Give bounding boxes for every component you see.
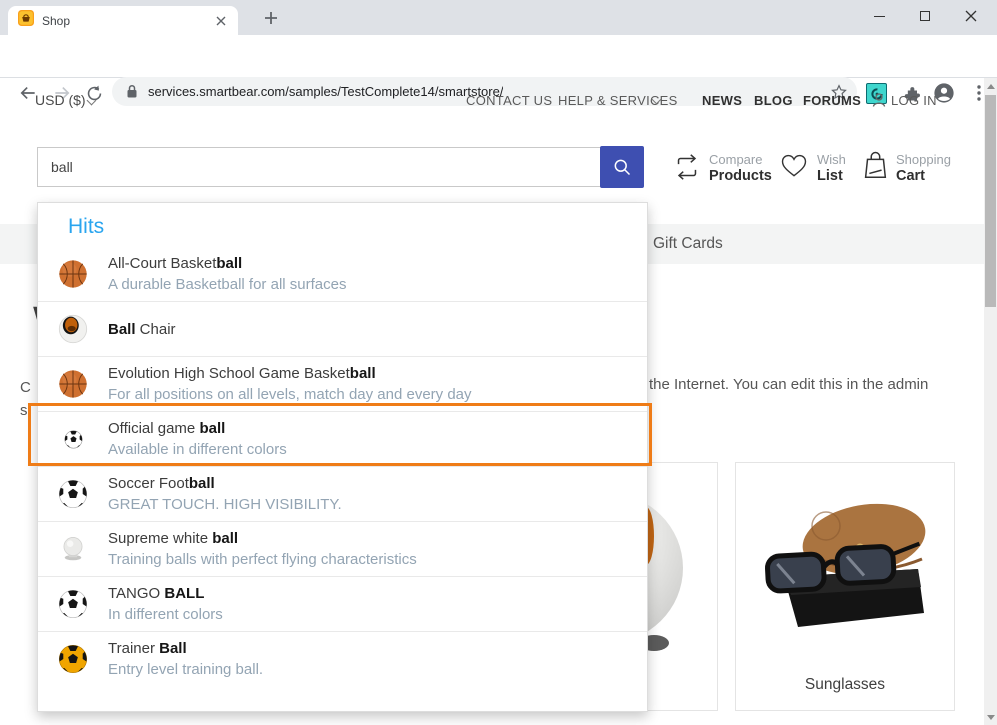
compare-icon: [671, 151, 703, 183]
hit-supreme-white-ball[interactable]: Supreme white ballTraining balls with pe…: [38, 521, 647, 576]
login-person-icon: [871, 92, 887, 108]
hit-subtitle: In different colors: [108, 604, 223, 625]
close-icon: [965, 10, 977, 22]
paragraph-fragment-right: the Internet. You can edit this in the a…: [649, 376, 928, 393]
search-button[interactable]: [600, 146, 644, 188]
currency-selector[interactable]: USD ($): [35, 92, 86, 108]
shopping-cart-button[interactable]: [860, 149, 890, 186]
soccer-ball-icon: [55, 479, 91, 509]
page-scrollbar[interactable]: [984, 78, 997, 725]
hit-title: Supreme white ball: [108, 528, 417, 549]
minimize-icon: [874, 16, 885, 17]
search-input[interactable]: [37, 147, 601, 187]
tab-close-icon[interactable]: [212, 12, 230, 30]
paragraph-fragment-left-1: C: [20, 379, 31, 396]
hit-all-court-basketball[interactable]: All-Court BasketballA durable Basketball…: [38, 246, 647, 301]
login-link[interactable]: LOG IN: [891, 93, 937, 108]
product-card-sunglasses[interactable]: Sunglasses: [735, 462, 955, 711]
lock-icon: [126, 84, 138, 99]
hit-title: Soccer Football: [108, 473, 342, 494]
hit-subtitle: Available in different colors: [108, 439, 287, 460]
browser-tab-shop[interactable]: Shop: [8, 6, 238, 35]
soccer-ball-icon: [55, 430, 91, 449]
url-text: services.smartbear.com/samples/TestCompl…: [148, 84, 503, 99]
maximize-icon: [920, 11, 930, 21]
hit-title: Evolution High School Game Basketball: [108, 363, 472, 384]
tab-title: Shop: [42, 14, 204, 28]
product-label-sunglasses: Sunglasses: [736, 676, 954, 694]
basketball-icon: [55, 369, 91, 399]
hit-title: Trainer Ball: [108, 638, 263, 659]
hit-tango-ball[interactable]: TANGO BALLIn different colors: [38, 576, 647, 631]
shop-favicon-icon: [18, 10, 34, 31]
hit-official-game-ball[interactable]: Official game ballAvailable in different…: [38, 411, 647, 466]
hit-title: TANGO BALL: [108, 583, 223, 604]
nav-forums[interactable]: FORUMS: [803, 93, 861, 108]
hits-heading: Hits: [38, 203, 647, 246]
new-tab-button[interactable]: [258, 7, 284, 29]
hit-subtitle: Entry level training ball.: [108, 659, 263, 680]
hit-subtitle: For all positions on all levels, match d…: [108, 384, 472, 405]
browser-window: Shop services.smartbear.com/s: [0, 0, 997, 725]
menu-item-gift-cards[interactable]: Gift Cards: [653, 235, 723, 253]
sunglasses-image: [756, 491, 936, 641]
hit-subtitle: GREAT TOUCH. HIGH VISIBILITY.: [108, 494, 342, 515]
nav-news[interactable]: NEWS: [702, 93, 742, 108]
nav-contact-us[interactable]: CONTACT US: [466, 93, 552, 108]
scrollbar-thumb[interactable]: [985, 95, 996, 307]
window-maximize-button[interactable]: [902, 0, 948, 32]
window-controls: [856, 0, 994, 32]
hit-soccer-football[interactable]: Soccer FootballGREAT TOUCH. HIGH VISIBIL…: [38, 466, 647, 521]
shopping-bag-icon: [860, 149, 890, 181]
basketball-icon: [55, 259, 91, 289]
browser-toolbar: services.smartbear.com/samples/TestCompl…: [0, 35, 997, 78]
compare-products-button[interactable]: [671, 151, 703, 188]
tab-strip: Shop: [0, 0, 997, 35]
kebab-menu-icon: [977, 85, 981, 101]
wish-list-label[interactable]: WishList: [817, 152, 846, 184]
hit-title: Ball Chair: [108, 319, 176, 340]
white-ball-icon: [55, 535, 91, 563]
paragraph-fragment-left-2: si: [20, 402, 31, 419]
search-suggestions-panel: Hits All-Court BasketballA durable Baske…: [37, 202, 648, 712]
heart-icon: [779, 151, 809, 181]
hit-ball-chair[interactable]: Ball Chair: [38, 301, 647, 356]
window-minimize-button[interactable]: [856, 0, 902, 32]
soccer-ball-icon: [55, 589, 91, 619]
nav-blog[interactable]: BLOG: [754, 93, 793, 108]
yellow-ball-icon: [55, 644, 91, 674]
hit-subtitle: Training balls with perfect flying chara…: [108, 549, 417, 570]
shopping-cart-label[interactable]: ShoppingCart: [896, 152, 951, 184]
hit-evolution-basketball[interactable]: Evolution High School Game BasketballFor…: [38, 356, 647, 411]
hit-title: Official game ball: [108, 418, 287, 439]
ball-chair-icon: [55, 314, 91, 344]
hit-trainer-ball[interactable]: Trainer BallEntry level training ball.: [38, 631, 647, 686]
wish-list-button[interactable]: [779, 151, 809, 186]
window-close-button[interactable]: [948, 0, 994, 32]
search-icon: [612, 157, 632, 177]
compare-products-label[interactable]: CompareProducts: [709, 152, 772, 184]
hit-title: All-Court Basketball: [108, 253, 346, 274]
scroll-up-icon[interactable]: [987, 84, 995, 89]
hit-subtitle: A durable Basketball for all surfaces: [108, 274, 346, 295]
scroll-down-icon[interactable]: [987, 715, 995, 720]
